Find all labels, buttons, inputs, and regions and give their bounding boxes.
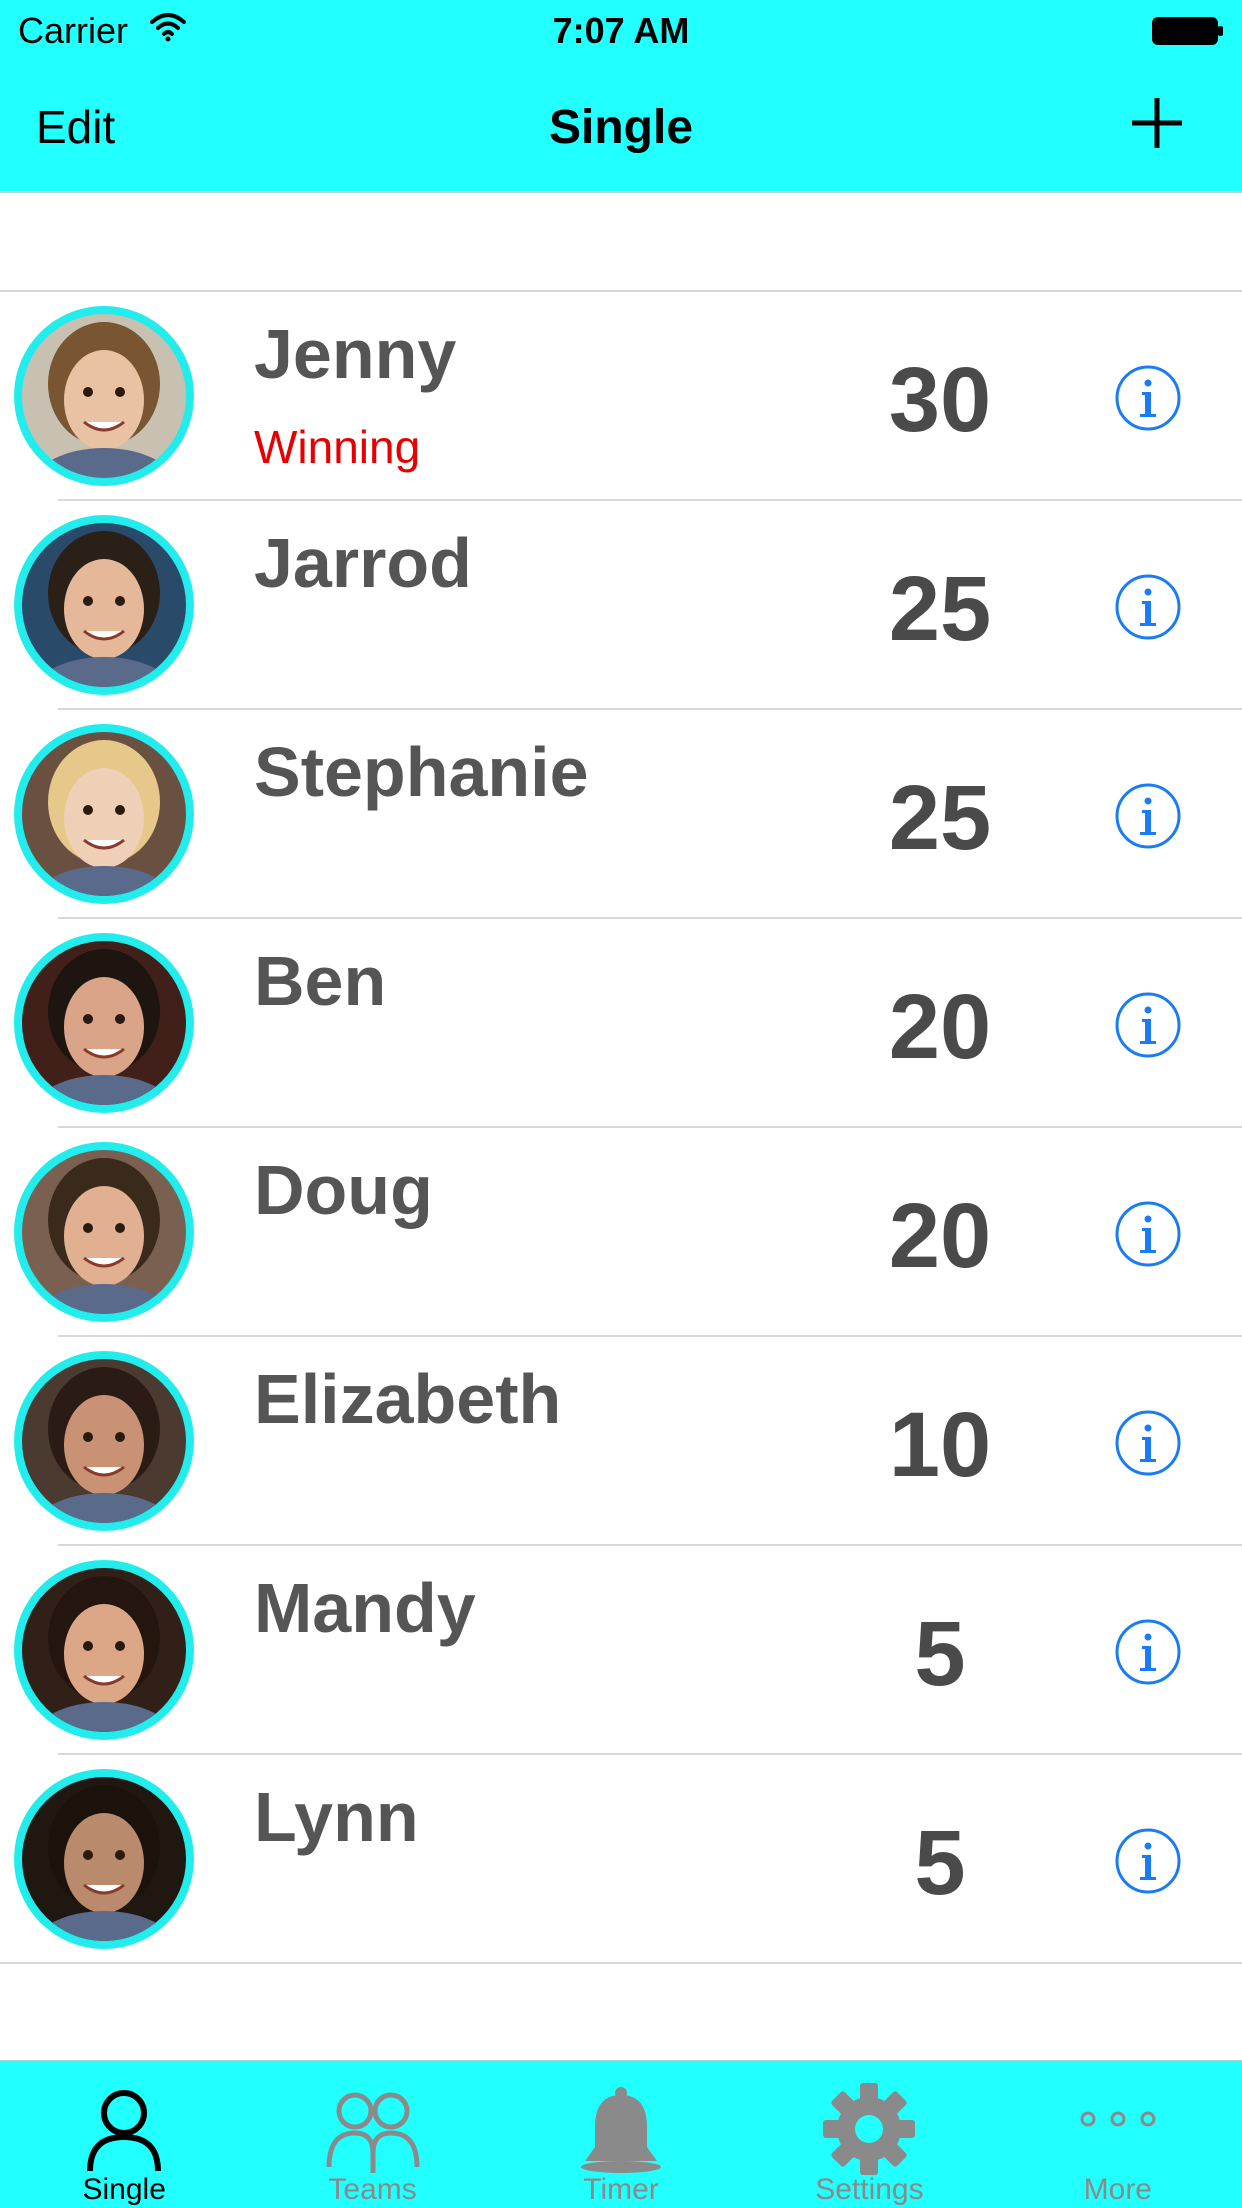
avatar xyxy=(14,1142,194,1322)
avatar xyxy=(14,724,194,904)
tab-settings[interactable]: Settings xyxy=(745,2061,993,2208)
tab-label-more: More xyxy=(1083,2173,1152,2206)
avatar xyxy=(14,1769,194,1949)
person-icon xyxy=(87,2090,162,2172)
avatar-photo xyxy=(22,1359,186,1523)
info-icon[interactable] xyxy=(1114,1200,1182,1268)
player-name: Doug xyxy=(254,1151,433,1229)
tab-label-timer: Timer xyxy=(583,2173,659,2206)
tab-label-single: Single xyxy=(82,2173,166,2206)
gear-icon xyxy=(823,2083,916,2175)
avatar-photo xyxy=(22,1777,186,1941)
player-name: Mandy xyxy=(254,1569,476,1647)
avatar-photo xyxy=(22,1150,186,1314)
avatar xyxy=(14,933,194,1113)
avatar xyxy=(14,515,194,695)
plus-icon[interactable] xyxy=(1128,94,1186,152)
avatar-photo xyxy=(22,314,186,478)
player-row[interactable]: Jenny Winning 30 xyxy=(0,292,1242,501)
info-icon[interactable] xyxy=(1114,364,1182,432)
player-list: Jenny Winning 30 Jarrod 25 Stephanie 25 … xyxy=(0,290,1242,1964)
status-bar: Carrier 7:07 AM xyxy=(0,0,1242,60)
tab-label-settings: Settings xyxy=(815,2173,924,2206)
player-row[interactable]: Stephanie 25 xyxy=(0,710,1242,919)
info-icon[interactable] xyxy=(1114,1409,1182,1477)
player-name: Stephanie xyxy=(254,733,589,811)
player-name: Elizabeth xyxy=(254,1360,562,1438)
info-icon[interactable] xyxy=(1114,573,1182,641)
player-name: Ben xyxy=(254,942,387,1020)
player-name: Lynn xyxy=(254,1778,419,1856)
player-name: Jenny xyxy=(254,315,457,393)
info-icon[interactable] xyxy=(1114,782,1182,850)
page-title: Single xyxy=(548,101,694,154)
tab-teams[interactable]: Teams xyxy=(248,2061,496,2208)
avatar-photo xyxy=(22,941,186,1105)
people-icon xyxy=(326,2092,420,2173)
more-icon xyxy=(1080,2111,1156,2127)
tab-single[interactable]: Single xyxy=(0,2061,248,2208)
info-icon[interactable] xyxy=(1114,1618,1182,1686)
player-score: 30 xyxy=(888,349,992,451)
app-screen: Carrier 7:07 AM Edit Single Jenny Winnin… xyxy=(0,0,1242,2208)
avatar-photo xyxy=(22,1568,186,1732)
player-score: 5 xyxy=(914,1812,966,1914)
info-icon[interactable] xyxy=(1114,1827,1182,1895)
tab-label-teams: Teams xyxy=(328,2173,417,2206)
player-score: 25 xyxy=(888,767,992,869)
edit-button[interactable]: Edit xyxy=(36,100,115,154)
player-name: Jarrod xyxy=(254,524,472,602)
tab-more[interactable]: More xyxy=(994,2061,1242,2208)
player-row[interactable]: Mandy 5 xyxy=(0,1546,1242,1755)
player-row[interactable]: Elizabeth 10 xyxy=(0,1337,1242,1546)
clock-time: 7:07 AM xyxy=(552,10,690,51)
avatar-photo xyxy=(22,732,186,896)
player-score: 10 xyxy=(888,1394,992,1496)
battery-icon xyxy=(1152,17,1223,45)
player-row[interactable]: Lynn 5 xyxy=(0,1755,1242,1964)
info-icon[interactable] xyxy=(1114,991,1182,1059)
player-score: 20 xyxy=(888,1185,992,1287)
avatar xyxy=(14,1560,194,1740)
tab-bar: Single Teams Timer Settings More xyxy=(0,2060,1242,2208)
player-score: 20 xyxy=(888,976,992,1078)
player-score: 5 xyxy=(914,1603,966,1705)
player-row[interactable]: Doug 20 xyxy=(0,1128,1242,1337)
avatar-photo xyxy=(22,523,186,687)
tab-timer[interactable]: Timer xyxy=(497,2061,745,2208)
player-row[interactable]: Jarrod 25 xyxy=(0,501,1242,710)
player-score: 25 xyxy=(888,558,992,660)
avatar xyxy=(14,306,194,486)
navigation-bar: Edit Single xyxy=(0,60,1242,193)
player-status: Winning xyxy=(254,421,421,473)
avatar xyxy=(14,1351,194,1531)
player-row[interactable]: Ben 20 xyxy=(0,919,1242,1128)
bell-icon xyxy=(581,2087,662,2173)
